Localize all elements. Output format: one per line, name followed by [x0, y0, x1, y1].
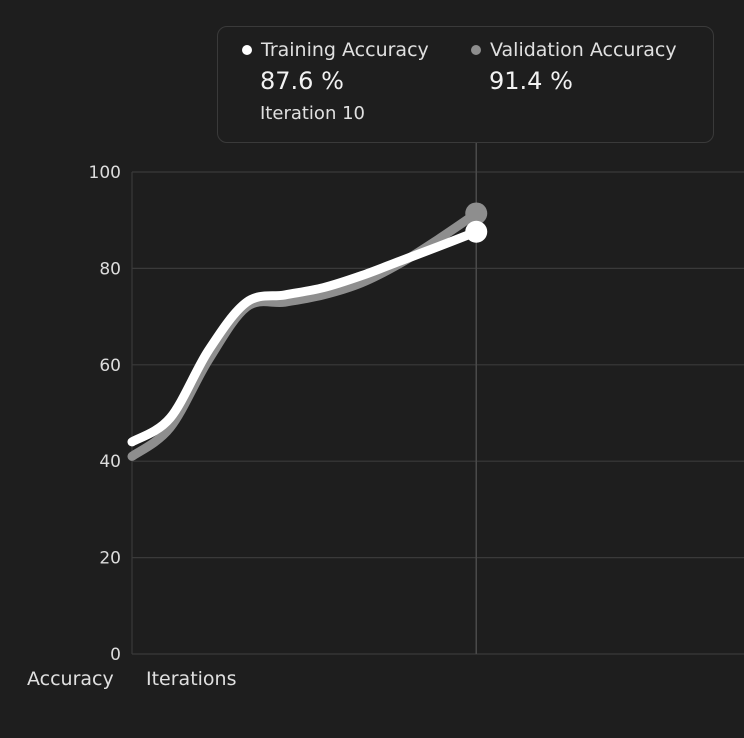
y-tick-80: 80 — [99, 259, 121, 279]
series-lines — [127, 208, 481, 461]
y-axis-label: Accuracy — [27, 668, 114, 690]
y-tick-100: 100 — [89, 163, 121, 183]
training-series-name: Training Accuracy — [261, 39, 429, 61]
tooltip-validation: Validation Accuracy 91.4 % — [471, 39, 677, 95]
validation-value: 91.4 % — [489, 67, 573, 95]
training-accuracy-marker — [465, 220, 488, 243]
validation-series-name: Validation Accuracy — [490, 39, 677, 61]
y-tick-60: 60 — [99, 356, 121, 376]
validation-legend-dot — [471, 45, 481, 55]
value-tooltip: Training Accuracy 87.6 % Iteration 10 Va… — [217, 26, 714, 143]
x-axis-label: Iterations — [146, 668, 237, 690]
y-tick-40: 40 — [99, 452, 121, 472]
y-tick-0: 0 — [110, 645, 121, 665]
iteration-label: Iteration 10 — [260, 103, 365, 124]
tooltip-training: Training Accuracy 87.6 % Iteration 10 — [242, 39, 429, 124]
chart-root: 0 20 40 60 80 100 Training Accuracy 87.6 % It… — [0, 0, 744, 738]
training-legend-dot — [242, 45, 252, 55]
y-tick-20: 20 — [99, 549, 121, 569]
training-value: 87.6 % — [260, 67, 344, 95]
y-tick-labels: 0 20 40 60 80 100 — [89, 163, 121, 665]
